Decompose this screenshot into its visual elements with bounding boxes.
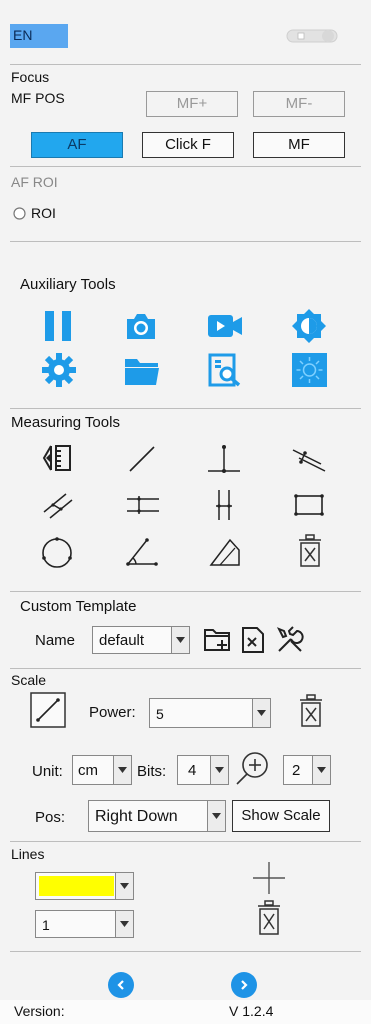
bits-value: 4 xyxy=(188,762,197,779)
template-name-label: Name xyxy=(35,632,76,649)
brightness-icon[interactable] xyxy=(292,353,327,387)
toggle-switch-icon[interactable] xyxy=(286,28,338,44)
image-search-icon[interactable] xyxy=(208,353,242,387)
pause-icon[interactable] xyxy=(43,310,73,342)
power-select[interactable]: 5 xyxy=(149,698,271,728)
power-value: 5 xyxy=(156,706,164,722)
scale-title: Scale xyxy=(11,672,47,688)
new-folder-icon[interactable] xyxy=(203,626,231,654)
chevron-down-icon xyxy=(207,801,225,831)
unit-value: cm xyxy=(78,762,98,779)
zoom-select[interactable]: 2 xyxy=(283,755,331,785)
language-label: EN xyxy=(13,27,33,43)
mf-button[interactable]: MF xyxy=(253,132,345,158)
camera-icon[interactable] xyxy=(124,311,158,341)
chevron-right-icon xyxy=(241,980,248,990)
pos-select[interactable]: Right Down xyxy=(88,800,226,832)
unit-select[interactable]: cm xyxy=(72,755,132,785)
line-width-select[interactable]: 1 xyxy=(35,910,134,938)
polygon-icon[interactable] xyxy=(208,536,242,568)
tools-icon[interactable] xyxy=(275,625,305,655)
bits-label: Bits: xyxy=(137,763,167,780)
chevron-down-icon xyxy=(113,756,131,784)
previous-page-button[interactable] xyxy=(108,972,134,998)
language-button[interactable]: EN xyxy=(10,24,68,48)
pos-value: Right Down xyxy=(95,808,178,825)
focus-title: Focus xyxy=(11,69,50,85)
chevron-down-icon xyxy=(210,756,228,784)
zoom-in-icon[interactable] xyxy=(235,750,271,786)
af-button[interactable]: AF xyxy=(31,132,123,158)
custom-template-title: Custom Template xyxy=(20,598,137,615)
chevron-left-icon xyxy=(117,980,124,990)
click-f-button[interactable]: Click F xyxy=(142,132,234,158)
rectangle-icon[interactable] xyxy=(291,491,327,519)
contrast-icon[interactable] xyxy=(292,309,326,343)
line-color-select[interactable] xyxy=(35,872,134,900)
lines-delete-icon[interactable] xyxy=(256,900,282,936)
parallel-distance-icon[interactable] xyxy=(291,444,327,474)
horizontal-lines-icon[interactable] xyxy=(125,492,161,518)
line-width-value: 1 xyxy=(42,917,50,933)
unit-label: Unit: xyxy=(32,763,63,780)
mf-pos-label: MF POS xyxy=(11,90,65,106)
af-roi-title: AF ROI xyxy=(11,174,58,190)
chevron-down-icon xyxy=(312,756,330,784)
vertical-lines-icon[interactable] xyxy=(210,488,238,522)
circle-icon[interactable] xyxy=(40,536,74,570)
chevron-down-icon xyxy=(252,699,270,727)
calibrate-icon[interactable] xyxy=(42,442,74,474)
mf-plus-button[interactable]: MF+ xyxy=(146,91,238,117)
perpendicular-icon[interactable] xyxy=(206,443,242,475)
angle-icon[interactable] xyxy=(125,536,159,568)
zoom-value: 2 xyxy=(292,762,301,779)
scale-line-icon[interactable] xyxy=(30,692,66,728)
chevron-down-icon xyxy=(115,911,133,937)
close-file-icon[interactable] xyxy=(240,626,266,654)
version-label: Version: xyxy=(14,1003,65,1019)
scale-delete-icon[interactable] xyxy=(298,694,324,728)
crosshair-icon[interactable] xyxy=(251,860,287,896)
settings-gear-icon[interactable] xyxy=(42,353,76,387)
template-name-select[interactable]: default xyxy=(92,626,190,654)
bits-select[interactable]: 4 xyxy=(177,755,229,785)
parallel-lines-icon[interactable] xyxy=(42,490,74,520)
auxiliary-tools-title: Auxiliary Tools xyxy=(20,276,116,293)
next-page-button[interactable] xyxy=(231,972,257,998)
line-icon[interactable] xyxy=(127,444,157,474)
folder-icon[interactable] xyxy=(124,356,160,386)
chevron-down-icon xyxy=(171,627,189,653)
roi-label: ROI xyxy=(31,205,56,221)
lines-title: Lines xyxy=(11,846,45,862)
pos-label: Pos: xyxy=(35,809,66,826)
video-record-icon[interactable] xyxy=(207,313,243,339)
show-scale-button[interactable]: Show Scale xyxy=(232,800,330,832)
roi-radio[interactable] xyxy=(13,207,26,220)
chevron-down-icon xyxy=(115,873,133,899)
version-value: V 1.2.4 xyxy=(229,1003,274,1019)
mf-minus-button[interactable]: MF- xyxy=(253,91,345,117)
power-label: Power: xyxy=(89,704,136,721)
delete-icon[interactable] xyxy=(297,534,323,568)
line-color-swatch xyxy=(39,876,114,896)
template-name-value: default xyxy=(99,632,145,649)
measuring-tools-title: Measuring Tools xyxy=(11,414,120,431)
